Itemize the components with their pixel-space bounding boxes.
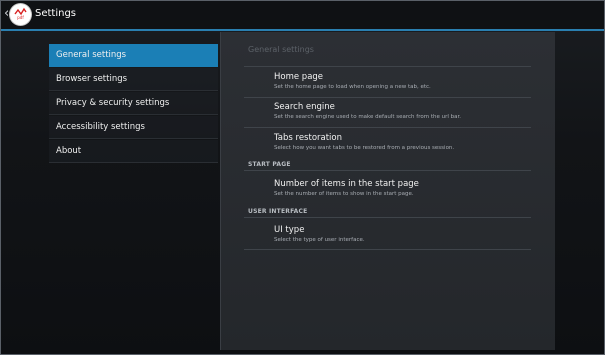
divider	[244, 249, 531, 250]
nav-item-label: Browser settings	[56, 74, 128, 84]
nav-item-accessibility-settings[interactable]: Accessibility settings	[49, 116, 218, 139]
nav-item-browser-settings[interactable]: Browser settings	[49, 68, 218, 91]
divider	[244, 66, 531, 67]
pref-summary: Set the home page to load when opening a…	[274, 84, 431, 90]
settings-detail-panel: General settings Home page Set the home …	[220, 32, 555, 350]
nav-item-about[interactable]: About	[49, 140, 218, 163]
nav-item-label: About	[56, 146, 82, 156]
nav-item-general-settings[interactable]: General settings	[49, 44, 218, 67]
nav-item-label: Privacy & security settings	[56, 98, 170, 108]
pref-title: Tabs restoration	[274, 133, 343, 143]
section-header-start-page: START PAGE	[248, 161, 291, 168]
action-bar: ‹ pdf Settings	[1, 1, 604, 31]
pref-title: Number of items in the start page	[274, 179, 419, 189]
app-title: Settings	[35, 8, 77, 19]
divider	[244, 97, 531, 98]
pref-summary: Select the type of user interface.	[274, 237, 365, 243]
pref-title: Home page	[274, 72, 324, 82]
section-header-user-interface: USER INTERFACE	[248, 208, 308, 215]
pref-title: Search engine	[274, 102, 335, 112]
settings-window: ‹ pdf Settings General settings Browser …	[0, 0, 605, 355]
divider	[244, 217, 531, 218]
pref-summary: Set the number of items to show in the s…	[274, 191, 414, 197]
nav-item-label: Accessibility settings	[56, 122, 145, 132]
pdf-app-logo-icon[interactable]: pdf	[10, 4, 31, 25]
nav-item-privacy-security-settings[interactable]: Privacy & security settings	[49, 92, 218, 115]
settings-category-list: General settings Browser settings Privac…	[49, 44, 218, 164]
nav-item-label: General settings	[56, 50, 127, 60]
divider	[244, 170, 531, 171]
pref-summary: Set the search engine used to make defau…	[274, 114, 462, 120]
divider	[244, 127, 531, 128]
pref-summary: Select how you want tabs to be restored …	[274, 145, 455, 151]
panel-title: General settings	[248, 45, 314, 54]
pref-title: UI type	[274, 225, 305, 235]
svg-text:pdf: pdf	[17, 15, 24, 20]
